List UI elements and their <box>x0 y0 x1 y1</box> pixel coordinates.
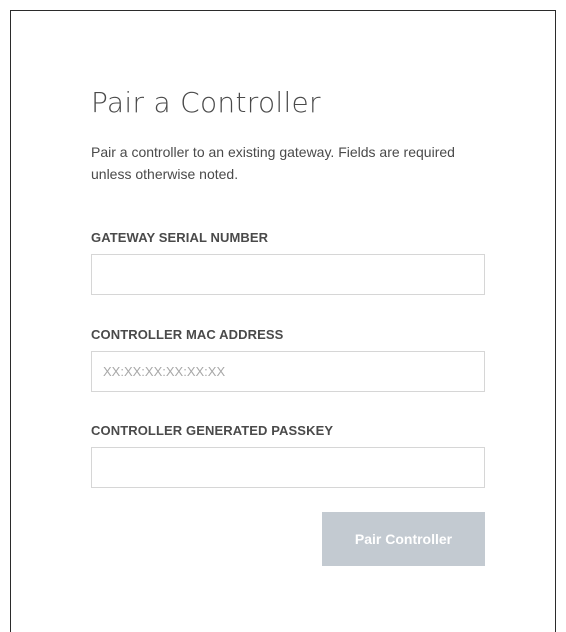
controller-passkey-input[interactable] <box>91 447 485 488</box>
controller-mac-field-group: CONTROLLER MAC ADDRESS <box>91 327 485 392</box>
pair-controller-button[interactable]: Pair Controller <box>322 512 485 566</box>
controller-mac-label: CONTROLLER MAC ADDRESS <box>91 327 284 342</box>
gateway-serial-label: GATEWAY SERIAL NUMBER <box>91 230 269 245</box>
pair-controller-form: Pair a Controller Pair a controller to a… <box>91 85 485 566</box>
form-actions: Pair Controller <box>91 512 485 566</box>
form-description: Pair a controller to an existing gateway… <box>91 144 455 182</box>
page-title: Pair a Controller <box>91 86 321 119</box>
gateway-serial-field-group: GATEWAY SERIAL NUMBER <box>91 230 485 295</box>
controller-passkey-label: CONTROLLER GENERATED PASSKEY <box>91 423 334 438</box>
controller-passkey-field-group: CONTROLLER GENERATED PASSKEY <box>91 423 485 488</box>
gateway-serial-input[interactable] <box>91 254 485 295</box>
pair-controller-panel: Pair a Controller Pair a controller to a… <box>10 10 556 632</box>
controller-mac-input[interactable] <box>91 351 485 392</box>
